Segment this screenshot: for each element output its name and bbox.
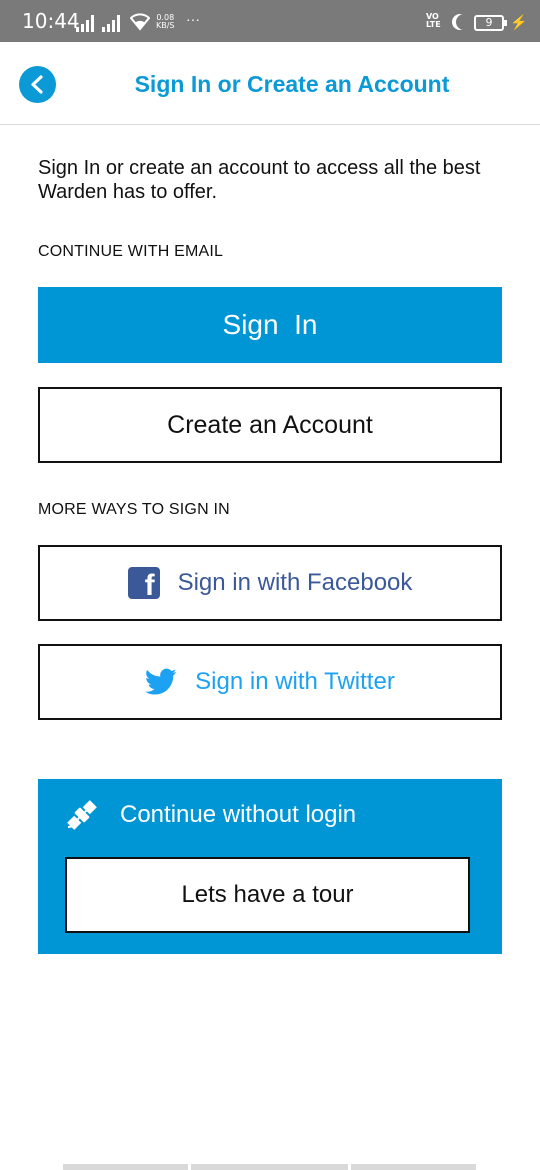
continue-without-login[interactable]: Continue without login	[64, 797, 356, 833]
battery-level: 9	[485, 16, 493, 29]
tour-button-label: Lets have a tour	[181, 881, 354, 908]
continue-without-login-label: Continue without login	[120, 801, 357, 828]
twitter-icon	[145, 668, 177, 695]
moon-icon	[456, 14, 472, 30]
volte-icon: VO LTE	[426, 13, 441, 29]
wifi-icon	[130, 13, 150, 31]
intro-text: Sign In or create an account to access a…	[38, 157, 481, 203]
facebook-sign-in-label: Sign in with Facebook	[177, 569, 413, 596]
twitter-sign-in-label: Sign in with Twitter	[195, 668, 395, 695]
volte-bottom: LTE	[426, 20, 441, 29]
status-bar: 10:44 0.08 KB/S ··· VO LTE 9 ⚡	[0, 0, 540, 42]
sign-in-button[interactable]: Sign In	[38, 287, 502, 363]
satellite-icon	[67, 800, 97, 830]
sign-in-label: Sign In	[222, 309, 318, 340]
charging-icon: ⚡	[510, 14, 528, 30]
net-speed-unit: KB/S	[156, 21, 175, 30]
page-title: Sign In or Create an Account	[134, 71, 450, 97]
facebook-sign-in-button[interactable]: f Sign in with Facebook	[38, 545, 502, 621]
social-section-label: MORE WAYS TO SIGN IN	[38, 501, 230, 518]
signal-icon	[76, 14, 94, 32]
bottom-divider	[0, 1164, 540, 1170]
status-overflow: ···	[186, 11, 200, 27]
email-section-label: CONTINUE WITH EMAIL	[38, 243, 224, 260]
twitter-sign-in-button[interactable]: Sign in with Twitter	[38, 644, 502, 720]
net-speed: 0.08 KB/S	[156, 14, 175, 30]
create-account-button[interactable]: Create an Account	[38, 387, 502, 463]
tour-button[interactable]: Lets have a tour	[65, 857, 470, 933]
battery-icon: 9	[474, 15, 507, 31]
status-time: 10:44	[22, 9, 80, 33]
facebook-icon: f	[127, 567, 160, 602]
signal-icon-2	[102, 14, 120, 32]
app-header: Sign In or Create an Account	[0, 42, 540, 125]
create-account-label: Create an Account	[167, 410, 373, 439]
guest-panel: Continue without login Lets have a tour	[38, 779, 502, 954]
